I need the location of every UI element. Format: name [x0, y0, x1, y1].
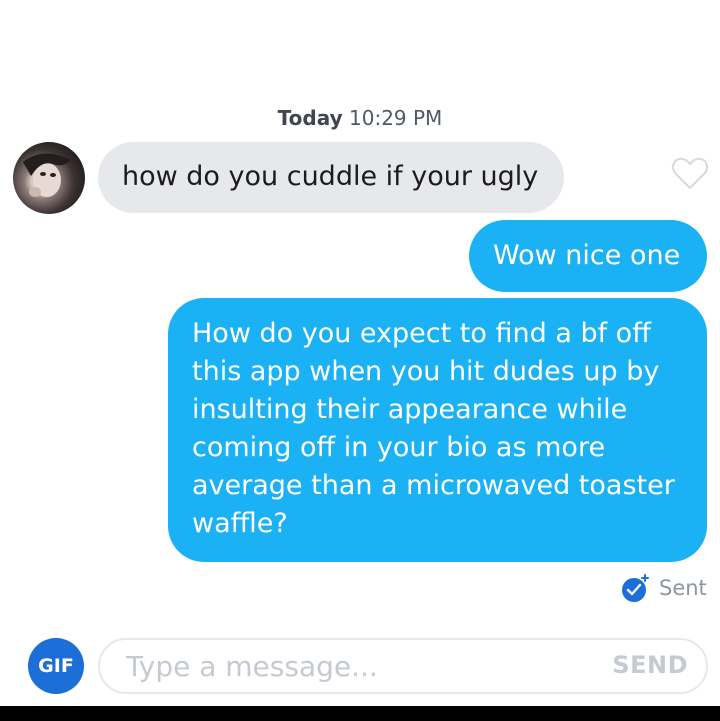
message-timestamp: Today 10:29 PM — [0, 106, 720, 130]
avatar-image — [23, 153, 71, 197]
outgoing-message-text: How do you expect to find a bf off this … — [192, 318, 675, 539]
outgoing-message-bubble[interactable]: Wow nice one — [469, 220, 707, 292]
send-button[interactable]: SEND — [612, 651, 688, 679]
outgoing-message-bubble[interactable]: How do you expect to find a bf off this … — [168, 298, 707, 562]
outgoing-message-text: Wow nice one — [493, 240, 681, 271]
avatar[interactable] — [13, 142, 85, 214]
bottom-bar — [0, 706, 720, 721]
gif-button-label: GIF — [38, 655, 74, 677]
check-badge-icon — [622, 574, 649, 602]
sent-label: Sent — [659, 576, 707, 600]
timestamp-day: Today — [277, 106, 343, 130]
sent-status: Sent — [621, 571, 707, 605]
incoming-message-text: how do you cuddle if your ugly — [122, 161, 539, 192]
incoming-message-bubble[interactable]: how do you cuddle if your ugly — [98, 142, 564, 213]
gif-button[interactable]: GIF — [28, 638, 84, 694]
message-composer: SEND — [98, 638, 708, 694]
heart-icon[interactable] — [670, 155, 710, 191]
message-input[interactable] — [126, 646, 586, 686]
timestamp-time: 10:29 PM — [349, 106, 443, 130]
